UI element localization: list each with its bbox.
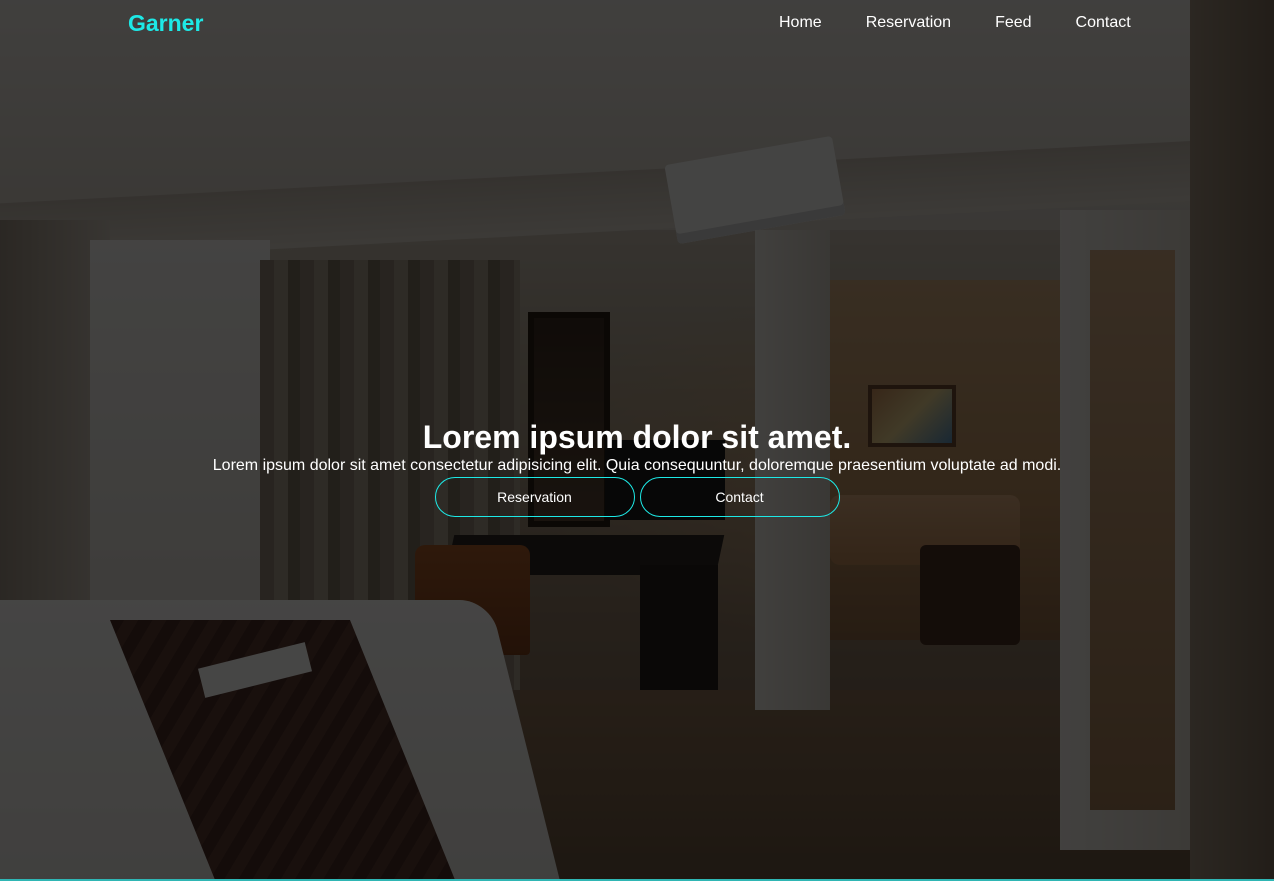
reservation-button[interactable]: Reservation [434,477,635,517]
contact-button[interactable]: Contact [639,477,840,517]
nav-link-home[interactable]: Home [779,14,822,32]
nav-link-feed[interactable]: Feed [995,14,1031,32]
nav-link-reservation[interactable]: Reservation [866,14,951,32]
nav-links: Home Reservation Feed Contact [779,14,1131,32]
nav-link-contact[interactable]: Contact [1076,14,1131,32]
hero-actions: Reservation Contact [0,477,1274,517]
hero-title: Lorem ipsum dolor sit amet. [422,419,852,455]
navbar: Garner Home Reservation Feed Contact [0,0,1274,48]
brand-logo[interactable]: Garner [128,10,203,37]
hero-section: Lorem ipsum dolor sit amet. Lorem ipsum … [0,418,1274,517]
hero-subtitle: Lorem ipsum dolor sit amet consectetur a… [212,457,1062,474]
